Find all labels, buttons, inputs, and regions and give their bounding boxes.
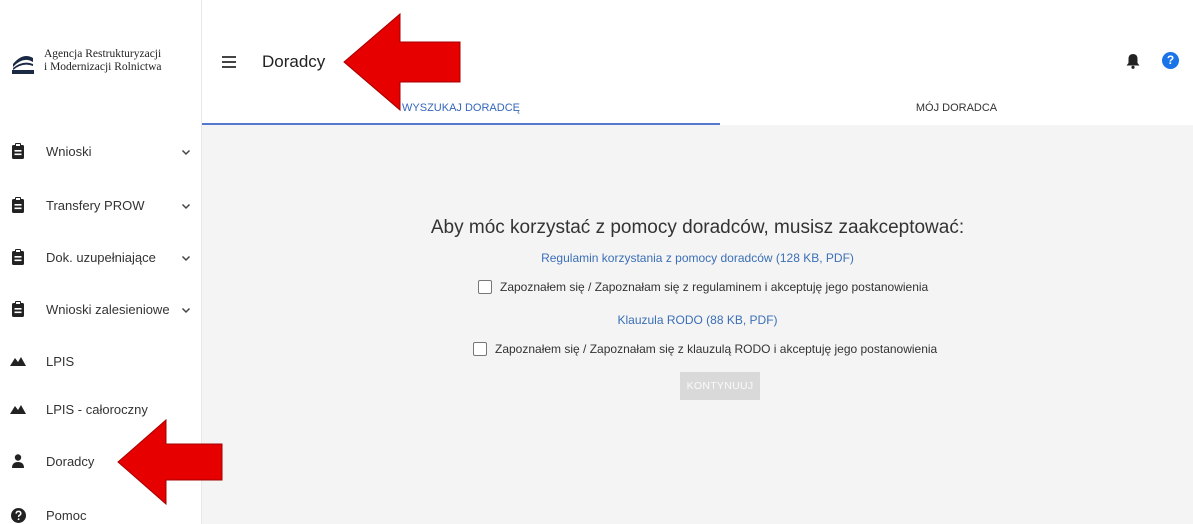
page-title: Doradcy xyxy=(262,52,326,71)
chevron-down-icon xyxy=(180,199,192,211)
sidebar-item-wnioski-zalesieniowe[interactable]: Wnioski zalesieniowe xyxy=(0,284,202,334)
sidebar-item-dok-uzupelniajace[interactable]: Dok. uzupełniające xyxy=(0,232,202,282)
bell-icon[interactable] xyxy=(1126,53,1140,69)
sidebar-item-wnioski[interactable]: Wnioski xyxy=(0,126,202,176)
consent-title: Aby móc korzystać z pomocy doradców, mus… xyxy=(430,217,965,238)
clipboard-icon xyxy=(10,197,26,213)
mountain-icon xyxy=(10,353,26,369)
logo-line-2: i Modernizacji Rolnictwa xyxy=(44,61,162,73)
chevron-down-icon xyxy=(180,251,192,263)
chevron-down-icon xyxy=(180,145,192,157)
sidebar-item-label: LPIS - całoroczny xyxy=(46,401,148,417)
sidebar-item-label: Dok. uzupełniające xyxy=(46,249,156,265)
sidebar-item-label: Wnioski xyxy=(46,143,92,159)
mountain-icon xyxy=(10,401,26,417)
sidebar-item-label: Doradcy xyxy=(46,453,95,469)
logo-line-1: Agencja Restrukturyzacji xyxy=(44,48,162,60)
rodo-checkbox-label: Zapoznałem się / Zapoznałam się z klauzu… xyxy=(495,342,938,356)
arrow-icon xyxy=(343,12,461,112)
clipboard-icon xyxy=(10,143,26,159)
arimr-logo-icon xyxy=(12,50,34,74)
tab-moj-doradca[interactable]: MÓJ DORADCA xyxy=(720,92,1193,125)
sidebar-item-transfery-prow[interactable]: Transfery PROW xyxy=(0,180,202,230)
rodo-checkbox[interactable] xyxy=(473,342,487,356)
arrow-icon xyxy=(117,418,223,506)
sidebar-item-label: Transfery PROW xyxy=(46,197,145,213)
rodo-link[interactable]: Klauzula RODO (88 KB, PDF) xyxy=(202,313,1193,327)
main-content: Aby móc korzystać z pomocy doradców, mus… xyxy=(202,125,1193,524)
sidebar-item-lpis[interactable]: LPIS xyxy=(0,336,202,386)
menu-icon[interactable] xyxy=(222,56,236,68)
chevron-down-icon xyxy=(180,303,192,315)
regulamin-checkbox-label: Zapoznałem się / Zapoznałam się z regula… xyxy=(500,280,929,294)
sidebar-item-label: Pomoc xyxy=(46,507,87,523)
regulamin-consent-row: Zapoznałem się / Zapoznałam się z regula… xyxy=(478,280,928,294)
sidebar-item-label: Wnioski zalesieniowe xyxy=(46,301,170,317)
sidebar-item-label: LPIS xyxy=(46,353,75,369)
agency-logo: Agencja Restrukturyzacji i Modernizacji … xyxy=(12,48,162,74)
regulamin-link[interactable]: Regulamin korzystania z pomocy doradców … xyxy=(202,251,1193,265)
clipboard-icon xyxy=(10,301,26,317)
rodo-consent-row: Zapoznałem się / Zapoznałam się z klauzu… xyxy=(473,342,937,356)
continue-button[interactable]: KONTYNUUJ xyxy=(680,372,760,400)
help-icon[interactable]: ? xyxy=(1162,52,1179,69)
clipboard-icon xyxy=(10,249,26,265)
person-icon xyxy=(10,453,26,469)
question-circle-icon xyxy=(10,507,26,523)
regulamin-checkbox[interactable] xyxy=(478,280,492,294)
